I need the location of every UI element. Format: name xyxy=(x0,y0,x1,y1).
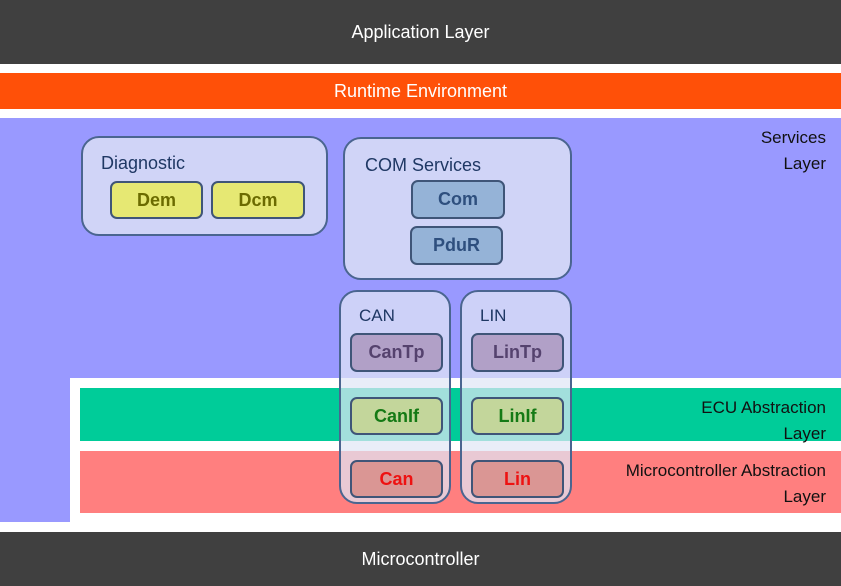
runtime-environment: Runtime Environment xyxy=(0,73,841,109)
application-layer: Application Layer xyxy=(0,0,841,64)
services-layer-label-line2: Layer xyxy=(783,154,826,173)
module-linif[interactable]: LinIf xyxy=(471,397,564,435)
module-pdur[interactable]: PduR xyxy=(410,226,503,265)
lin-title: LIN xyxy=(480,306,507,325)
module-cantp[interactable]: CanTp xyxy=(350,333,443,372)
services-layer-label-line1: Services xyxy=(760,128,826,147)
can-title: CAN xyxy=(359,306,395,325)
module-can[interactable]: Can xyxy=(350,460,443,498)
module-lintp[interactable]: LinTp xyxy=(471,333,564,372)
com-services-group: COM Services Com PduR xyxy=(343,137,572,280)
microcontroller-label: Microcontroller xyxy=(361,548,480,569)
lin-stack-group: LIN LinTp LinIf Lin xyxy=(460,290,572,504)
module-canif[interactable]: CanIf xyxy=(350,397,443,435)
application-layer-label: Application Layer xyxy=(351,21,490,42)
mcal-layer-label-line2: Layer xyxy=(783,487,826,506)
module-lin[interactable]: Lin xyxy=(471,460,564,498)
ecu-layer-label-line1: ECU Abstraction xyxy=(701,398,826,417)
diagnostic-title: Diagnostic xyxy=(101,153,186,173)
microcontroller-layer: Microcontroller xyxy=(0,532,841,586)
com-services-title: COM Services xyxy=(365,155,482,175)
mcal-layer-label-line1: Microcontroller Abstraction xyxy=(625,461,826,480)
can-stack-group: CAN CanTp CanIf Can xyxy=(339,290,451,504)
module-com[interactable]: Com xyxy=(411,180,505,219)
module-dem[interactable]: Dem xyxy=(110,181,203,219)
ecu-layer-label-line2: Layer xyxy=(783,424,826,443)
diagnostic-group: Diagnostic Dem Dcm xyxy=(81,136,328,236)
module-dcm[interactable]: Dcm xyxy=(211,181,305,219)
runtime-environment-label: Runtime Environment xyxy=(333,80,508,101)
